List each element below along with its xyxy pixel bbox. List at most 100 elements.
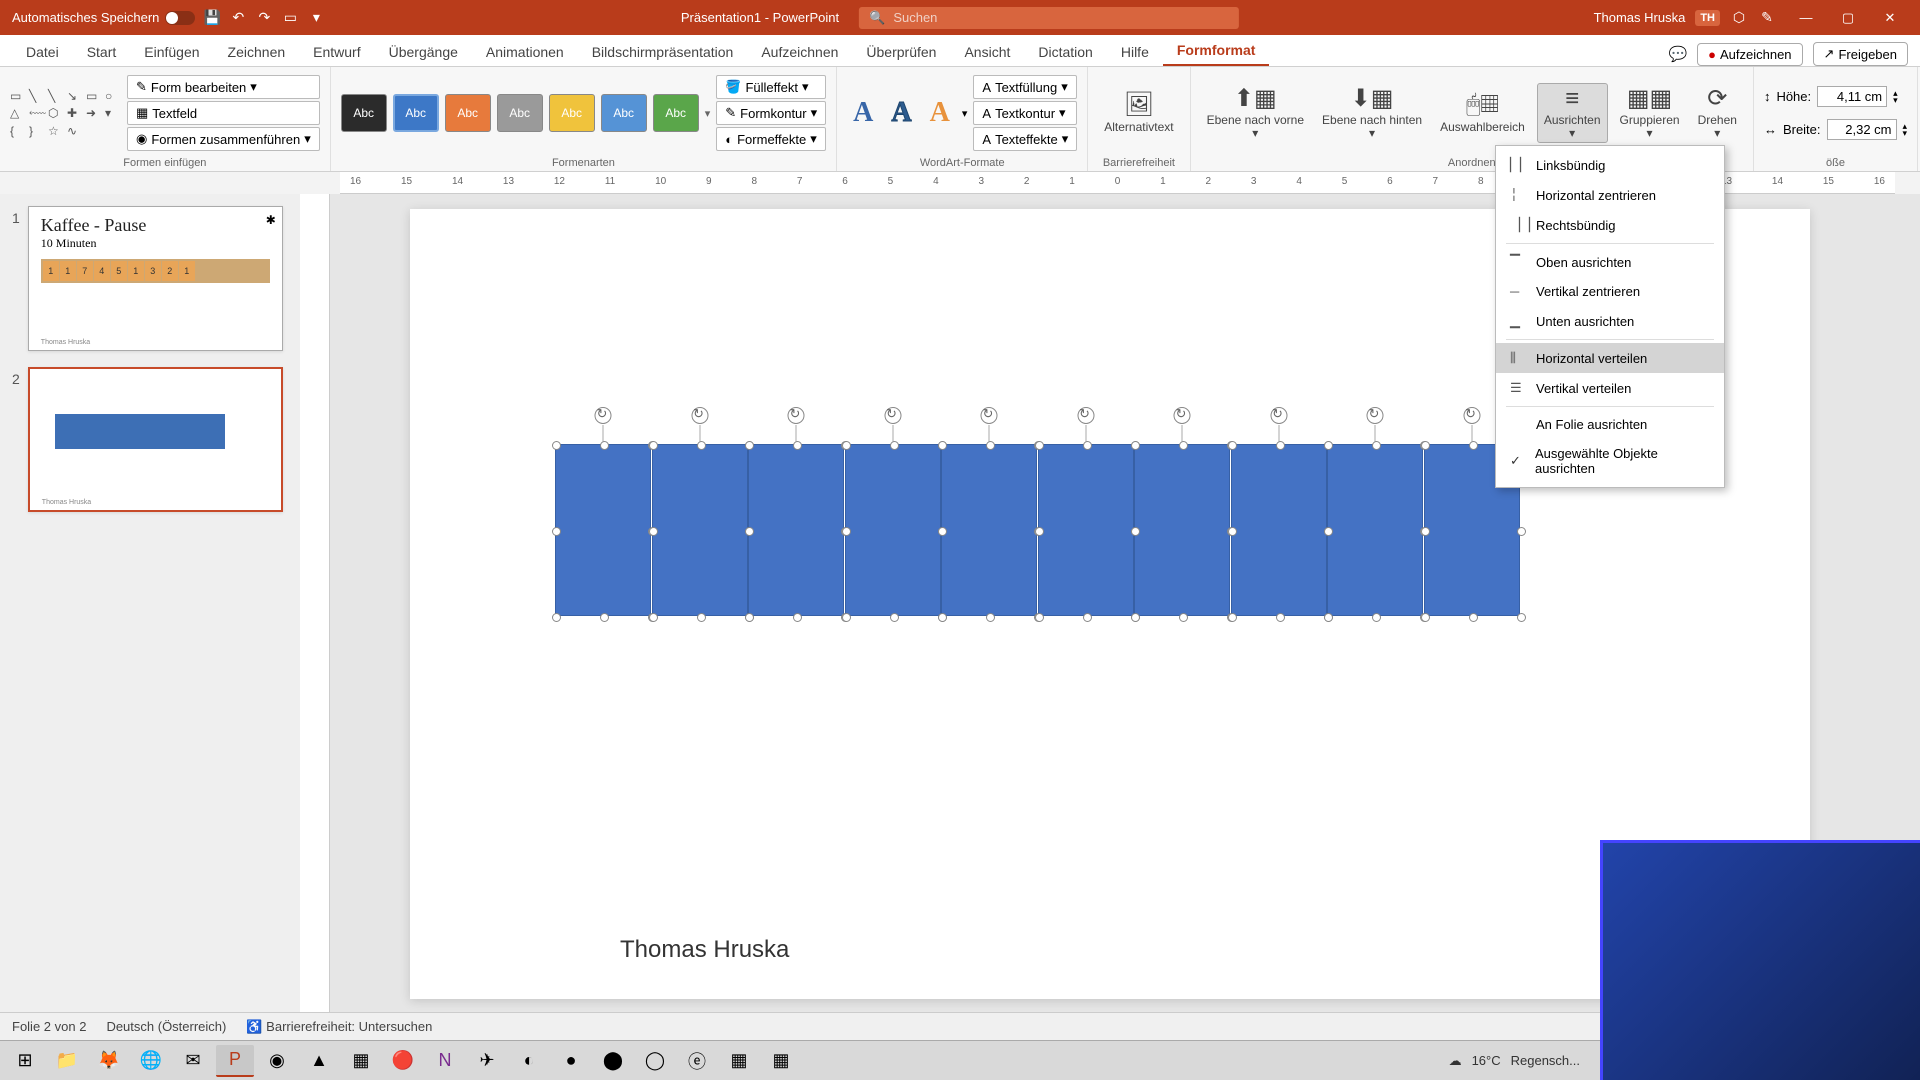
slide-thumbnail-1[interactable]: Kaffee - Pause 10 Minuten 117451321 Thom…	[28, 206, 283, 351]
resize-handle[interactable]	[552, 527, 561, 536]
selected-rectangle[interactable]	[1327, 444, 1423, 616]
rotate-handle[interactable]	[1174, 407, 1191, 424]
resize-handle[interactable]	[938, 613, 947, 622]
formkontur-button[interactable]: ✎ Formkontur ▾	[716, 101, 826, 125]
resize-handle[interactable]	[745, 441, 754, 450]
selected-rectangle[interactable]	[652, 444, 748, 616]
ausrichten-button[interactable]: ≡Ausrichten ▾	[1537, 83, 1608, 144]
menu-rechtsbuendig[interactable]: ▕▕Rechtsbündig	[1496, 210, 1724, 240]
slide-thumbnail-2[interactable]: Thomas Hruska	[28, 367, 283, 512]
menu-an-folie-ausrichten[interactable]: An Folie ausrichten	[1496, 410, 1724, 439]
width-input[interactable]	[1827, 119, 1897, 140]
wordart-more-icon[interactable]: ▾	[962, 107, 968, 120]
spinner-icon[interactable]: ▴▾	[1893, 90, 1898, 103]
start-button[interactable]: ⊞	[6, 1045, 44, 1077]
task-outlook-icon[interactable]: ✉	[174, 1045, 212, 1077]
status-language[interactable]: Deutsch (Österreich)	[106, 1019, 226, 1034]
resize-handle[interactable]	[938, 441, 947, 450]
resize-handle[interactable]	[1179, 441, 1188, 450]
resize-handle[interactable]	[1517, 527, 1526, 536]
formeffekte-button[interactable]: ◐ Formeffekte ▾	[716, 127, 826, 151]
resize-handle[interactable]	[842, 527, 851, 536]
style-swatch-3[interactable]: Abc	[445, 94, 491, 132]
resize-handle[interactable]	[600, 441, 609, 450]
task-app-5-icon[interactable]: ●	[552, 1045, 590, 1077]
fuelleffekt-button[interactable]: 🪣 Fülleffekt ▾	[716, 75, 826, 99]
tab-ueberpruefen[interactable]: Überprüfen	[852, 38, 950, 66]
style-swatch-4[interactable]: Abc	[497, 94, 543, 132]
rotate-handle[interactable]	[691, 407, 708, 424]
task-app-7-icon[interactable]: ▦	[720, 1045, 758, 1077]
resize-handle[interactable]	[552, 613, 561, 622]
tab-animationen[interactable]: Animationen	[472, 38, 578, 66]
user-name[interactable]: Thomas Hruska	[1594, 10, 1686, 25]
close-button[interactable]: ✕	[1870, 0, 1910, 35]
comments-icon[interactable]: 💬	[1668, 45, 1687, 63]
resize-handle[interactable]	[1131, 441, 1140, 450]
autosave-toggle[interactable]: Automatisches Speichern	[12, 10, 195, 25]
tab-aufzeichnen[interactable]: Aufzeichnen	[747, 38, 852, 66]
tab-uebergaenge[interactable]: Übergänge	[375, 38, 472, 66]
drehen-button[interactable]: ⟳Drehen ▾	[1692, 84, 1743, 143]
resize-handle[interactable]	[986, 441, 995, 450]
selected-rectangle[interactable]	[555, 444, 651, 616]
shape-rect-icon[interactable]: ▭	[10, 89, 26, 103]
styles-more-icon[interactable]: ▾	[705, 107, 711, 120]
task-app-2-icon[interactable]: ▦	[342, 1045, 380, 1077]
resize-handle[interactable]	[1324, 527, 1333, 536]
shape-curve-icon[interactable]: ∿	[67, 124, 83, 138]
shape-rect2-icon[interactable]: ▭	[86, 89, 102, 103]
resize-handle[interactable]	[1276, 613, 1285, 622]
menu-unten-ausrichten[interactable]: ▁Unten ausrichten	[1496, 306, 1724, 336]
rotate-handle[interactable]	[595, 407, 612, 424]
tab-ansicht[interactable]: Ansicht	[950, 38, 1024, 66]
user-avatar[interactable]: TH	[1695, 10, 1720, 26]
shape-brace2-icon[interactable]: }	[29, 124, 45, 138]
task-explorer-icon[interactable]: 📁	[48, 1045, 86, 1077]
resize-handle[interactable]	[1372, 613, 1381, 622]
tray-temp[interactable]: 16°C	[1472, 1053, 1501, 1068]
task-telegram-icon[interactable]: ✈	[468, 1045, 506, 1077]
task-firefox-icon[interactable]: 🦊	[90, 1045, 128, 1077]
wordart-style-1[interactable]: A	[847, 97, 879, 129]
textfeld-button[interactable]: ▦ Textfeld	[127, 101, 320, 125]
shape-tri-icon[interactable]: △	[10, 106, 26, 121]
task-app-1-icon[interactable]: ◉	[258, 1045, 296, 1077]
menu-ausgewaehlte-objekte[interactable]: ✓Ausgewählte Objekte ausrichten	[1496, 439, 1724, 483]
resize-handle[interactable]	[1179, 613, 1188, 622]
freigeben-button[interactable]: ↗Freigeben	[1813, 42, 1908, 66]
shape-line-icon[interactable]: ╲	[29, 89, 45, 103]
formen-zusammenfuehren-button[interactable]: ◉ Formen zusammenführen ▾	[127, 127, 320, 151]
task-chrome-icon[interactable]: 🌐	[132, 1045, 170, 1077]
resize-handle[interactable]	[1035, 613, 1044, 622]
resize-handle[interactable]	[890, 441, 899, 450]
search-box[interactable]: 🔍	[859, 7, 1239, 29]
rotate-handle[interactable]	[1077, 407, 1094, 424]
spinner-icon-2[interactable]: ▴▾	[1903, 123, 1908, 136]
resize-handle[interactable]	[1228, 527, 1237, 536]
selected-rectangle[interactable]	[941, 444, 1037, 616]
task-obs-icon[interactable]: ⬤	[594, 1045, 632, 1077]
shape-oval-icon[interactable]: ○	[105, 89, 121, 103]
shape-star-icon[interactable]: ☆	[48, 124, 64, 138]
resize-handle[interactable]	[986, 613, 995, 622]
resize-handle[interactable]	[842, 441, 851, 450]
selected-rectangle[interactable]	[1231, 444, 1327, 616]
gruppieren-button[interactable]: ▦▦Gruppieren ▾	[1614, 84, 1686, 143]
resize-handle[interactable]	[745, 613, 754, 622]
resize-handle[interactable]	[1421, 441, 1430, 450]
style-swatch-1[interactable]: Abc	[341, 94, 387, 132]
tab-formformat[interactable]: Formformat	[1163, 36, 1270, 66]
task-edge-icon[interactable]: ⓔ	[678, 1045, 716, 1077]
resize-handle[interactable]	[745, 527, 754, 536]
resize-handle[interactable]	[697, 613, 706, 622]
coming-soon-icon[interactable]: ⬡	[1730, 9, 1748, 27]
tab-dictation[interactable]: Dictation	[1024, 38, 1106, 66]
ebene-vorne-button[interactable]: ⬆▦Ebene nach vorne ▾	[1201, 84, 1310, 143]
resize-handle[interactable]	[649, 613, 658, 622]
undo-icon[interactable]: ↶	[229, 9, 247, 27]
menu-horizontal-zentrieren[interactable]: ╎Horizontal zentrieren	[1496, 180, 1724, 210]
resize-handle[interactable]	[890, 613, 899, 622]
tab-datei[interactable]: Datei	[12, 38, 73, 66]
rotate-handle[interactable]	[788, 407, 805, 424]
